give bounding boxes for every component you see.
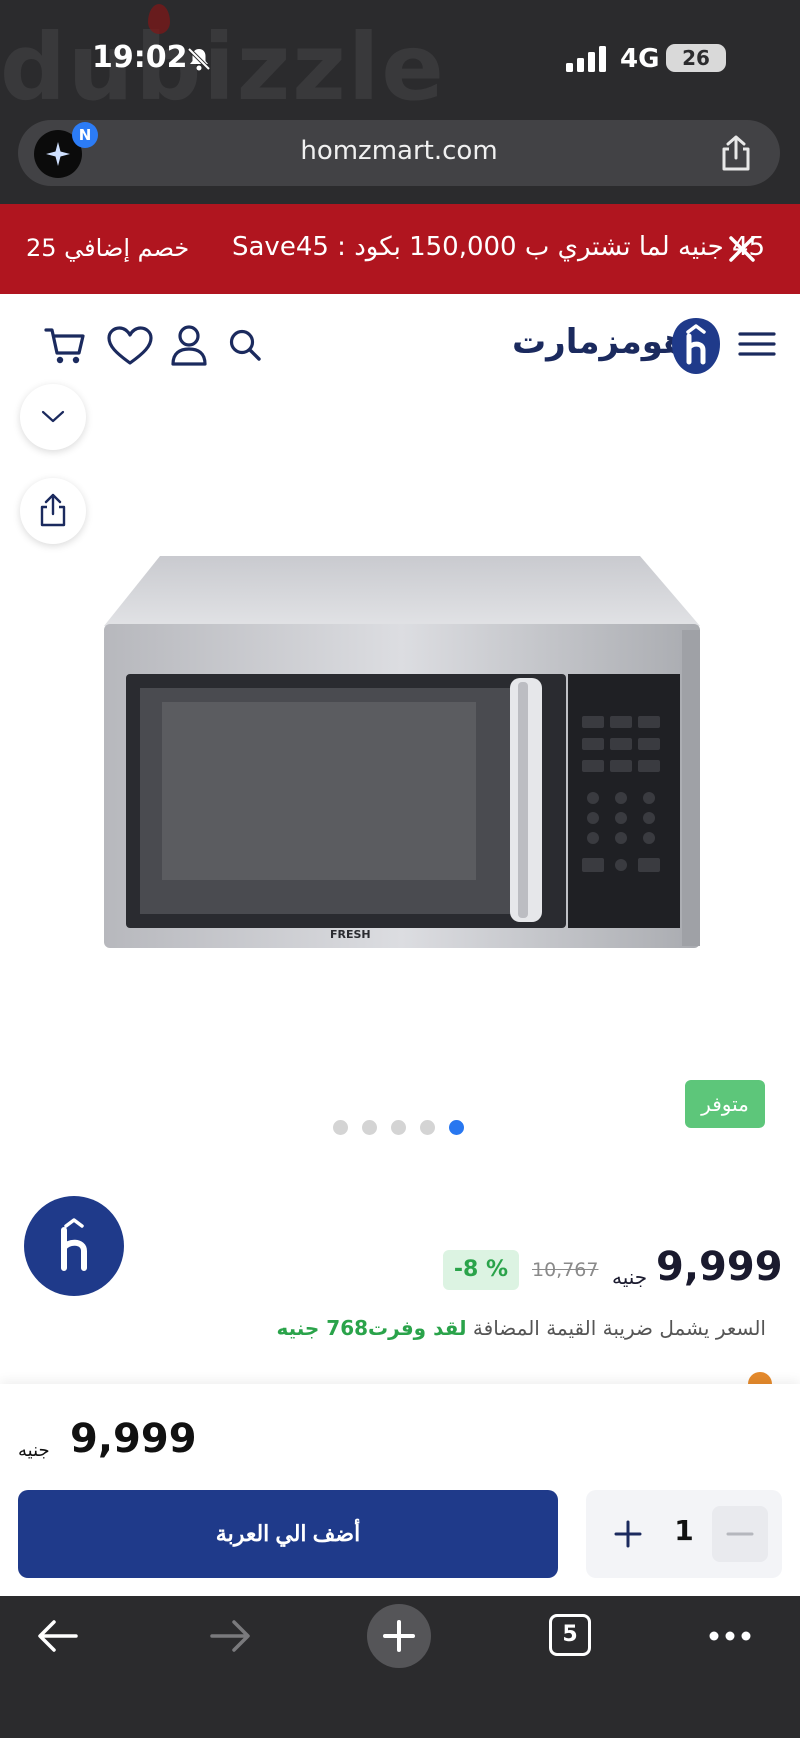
cart-icon[interactable]	[44, 326, 86, 366]
wishlist-heart-icon[interactable]	[106, 326, 154, 366]
browser-toolbar: 5	[0, 1596, 800, 1738]
search-icon[interactable]	[228, 328, 262, 362]
vat-text: السعر يشمل ضريبة القيمة المضافة	[472, 1316, 766, 1340]
gallery-dot-1[interactable]	[333, 1120, 348, 1135]
site-logo-text[interactable]: هومزمارت	[512, 322, 687, 362]
purchase-bar-currency: جنيه	[18, 1440, 50, 1461]
watermark: dubizzle	[0, 14, 446, 121]
discount-badge: -8 %	[443, 1250, 519, 1290]
brand-logo-icon	[61, 1218, 87, 1271]
hamburger-menu-icon[interactable]	[738, 330, 776, 358]
promo-text: 45 جنيه لما تشتري ب 150,000 بكود : Save4…	[232, 232, 766, 262]
status-time: 19:02	[92, 40, 188, 75]
gallery-dot-4[interactable]	[420, 1120, 435, 1135]
minus-icon	[726, 1532, 754, 1536]
share-icon[interactable]	[718, 134, 754, 172]
savings-text: لقد وفرت768 جنيه	[276, 1316, 467, 1340]
browser-chrome: dubizzle 19:02 4G 26 N homzmart.com	[0, 0, 800, 204]
gallery-dot-2[interactable]	[362, 1120, 377, 1135]
site-header: هومزمارت	[0, 294, 800, 390]
gallery-dot-3[interactable]	[391, 1120, 406, 1135]
promo-banner: 45 جنيه لما تشتري ب 150,000 بكود : Save4…	[0, 204, 800, 294]
chevron-down-icon	[41, 410, 65, 423]
network-type: 4G	[620, 44, 660, 74]
old-price: 10,767	[532, 1259, 599, 1281]
back-arrow-icon[interactable]	[36, 1618, 80, 1654]
purchase-bar-price: 9,999	[70, 1416, 197, 1462]
account-icon[interactable]	[170, 324, 208, 366]
new-tab-button[interactable]	[367, 1604, 431, 1668]
battery-indicator: 26	[666, 44, 726, 72]
purchase-bar: 9,999 جنيه أضف الي العربة 1	[0, 1384, 800, 1596]
address-bar[interactable]: N homzmart.com	[18, 120, 780, 186]
watermark-flame-icon	[148, 4, 170, 34]
quantity-stepper: 1	[586, 1490, 782, 1578]
add-to-cart-button[interactable]: أضف الي العربة	[18, 1490, 558, 1578]
promo-extra-text: خصم إضافي 25	[26, 234, 190, 262]
plus-icon	[383, 1620, 415, 1652]
gallery-dot-5-active[interactable]	[449, 1120, 464, 1135]
quantity-value[interactable]: 1	[656, 1514, 712, 1547]
product-image[interactable]	[100, 552, 710, 952]
url-text[interactable]: homzmart.com	[18, 136, 780, 166]
wishlist-float-button[interactable]	[20, 384, 86, 450]
product-price: 9,999	[656, 1244, 783, 1290]
gallery-pagination	[333, 1120, 478, 1136]
tabs-count-button[interactable]: 5	[549, 1614, 591, 1656]
share-float-button[interactable]	[20, 478, 86, 544]
site-logo-icon[interactable]	[670, 316, 722, 376]
bell-muted-icon	[187, 47, 211, 71]
forward-arrow-icon[interactable]	[208, 1618, 252, 1654]
vat-savings-line: السعر يشمل ضريبة القيمة المضافة لقد وفرت…	[276, 1316, 766, 1340]
brand-avatar[interactable]	[24, 1196, 124, 1296]
stock-badge: متوفر	[685, 1080, 765, 1128]
decrease-quantity-button[interactable]	[712, 1506, 768, 1562]
share-icon	[40, 493, 66, 527]
price-currency: جنيه	[612, 1265, 648, 1289]
product-brand-label: FRESH	[330, 928, 371, 941]
signal-icon	[566, 46, 606, 72]
more-options-icon[interactable]	[708, 1630, 752, 1642]
increase-quantity-button[interactable]	[600, 1506, 656, 1562]
